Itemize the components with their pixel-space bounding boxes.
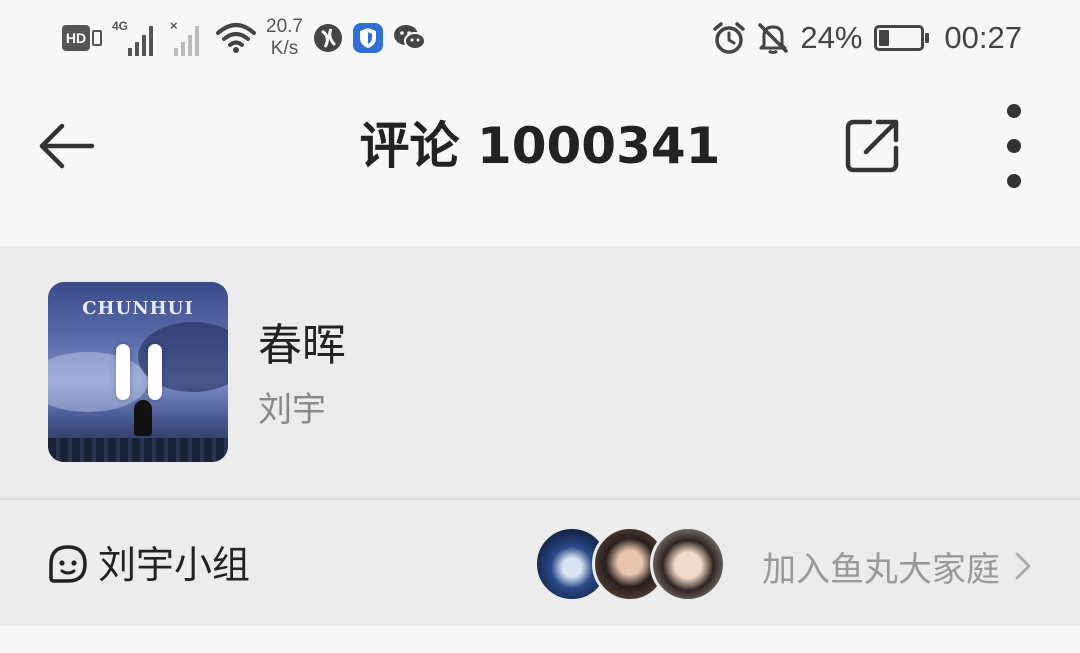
wechat-icon bbox=[393, 25, 426, 50]
svg-text:4G: 4G bbox=[112, 19, 128, 33]
join-group-link[interactable]: 加入鱼丸大家庭 bbox=[762, 538, 1032, 594]
signal-no-sim-icon: × bbox=[170, 18, 199, 56]
signal-4g-icon: 4G bbox=[112, 19, 153, 56]
member-avatars[interactable] bbox=[534, 526, 734, 602]
group-face-icon bbox=[49, 545, 87, 583]
page-title: 评论 1000341 bbox=[359, 117, 721, 175]
header-bar: 评论 1000341 bbox=[0, 78, 1080, 246]
share-button[interactable] bbox=[836, 110, 908, 182]
shield-icon bbox=[352, 23, 383, 53]
chevron-right-icon bbox=[1015, 552, 1031, 580]
status-bar-left: HD 4G × 20.7 K/s bbox=[62, 14, 427, 62]
join-group-label: 加入鱼丸大家庭 bbox=[762, 549, 1000, 590]
battery-level bbox=[879, 30, 890, 46]
status-bar: HD 4G × 20.7 K/s 24% 00:27 bbox=[0, 0, 1080, 78]
wifi-icon bbox=[216, 23, 256, 53]
hd-icon: HD bbox=[62, 25, 102, 51]
avatar bbox=[650, 526, 726, 602]
alarm-icon bbox=[713, 22, 746, 54]
status-bar-right: 24% 00:27 bbox=[712, 14, 1022, 62]
group-row[interactable]: 刘宇小组 加入鱼丸大家庭 bbox=[0, 500, 1080, 626]
share-icon bbox=[845, 119, 899, 173]
song-card[interactable]: CHUNHUI bbox=[0, 246, 1080, 498]
pause-button[interactable] bbox=[116, 344, 162, 400]
mute-icon bbox=[758, 23, 789, 54]
clock: 00:27 bbox=[944, 20, 1022, 55]
app-icon bbox=[313, 24, 342, 52]
cover-text: CHUNHUI bbox=[82, 298, 194, 319]
network-speed-unit: K/s bbox=[270, 38, 299, 59]
group-name[interactable]: 刘宇小组 bbox=[98, 540, 250, 590]
battery-percent: 24% bbox=[800, 20, 863, 55]
song-artist[interactable]: 刘宇 bbox=[258, 388, 326, 432]
network-speed-value: 20.7 bbox=[266, 16, 303, 37]
content-area bbox=[0, 626, 1080, 653]
network-speed: 20.7 K/s bbox=[266, 16, 303, 60]
more-vertical-icon[interactable] bbox=[990, 98, 1038, 194]
svg-text:×: × bbox=[170, 18, 178, 33]
song-title[interactable]: 春晖 bbox=[258, 318, 346, 374]
battery-icon bbox=[874, 25, 930, 51]
comments-screen: HD 4G × 20.7 K/s 24% 00:27 评论 1000341 CH… bbox=[0, 0, 1080, 653]
